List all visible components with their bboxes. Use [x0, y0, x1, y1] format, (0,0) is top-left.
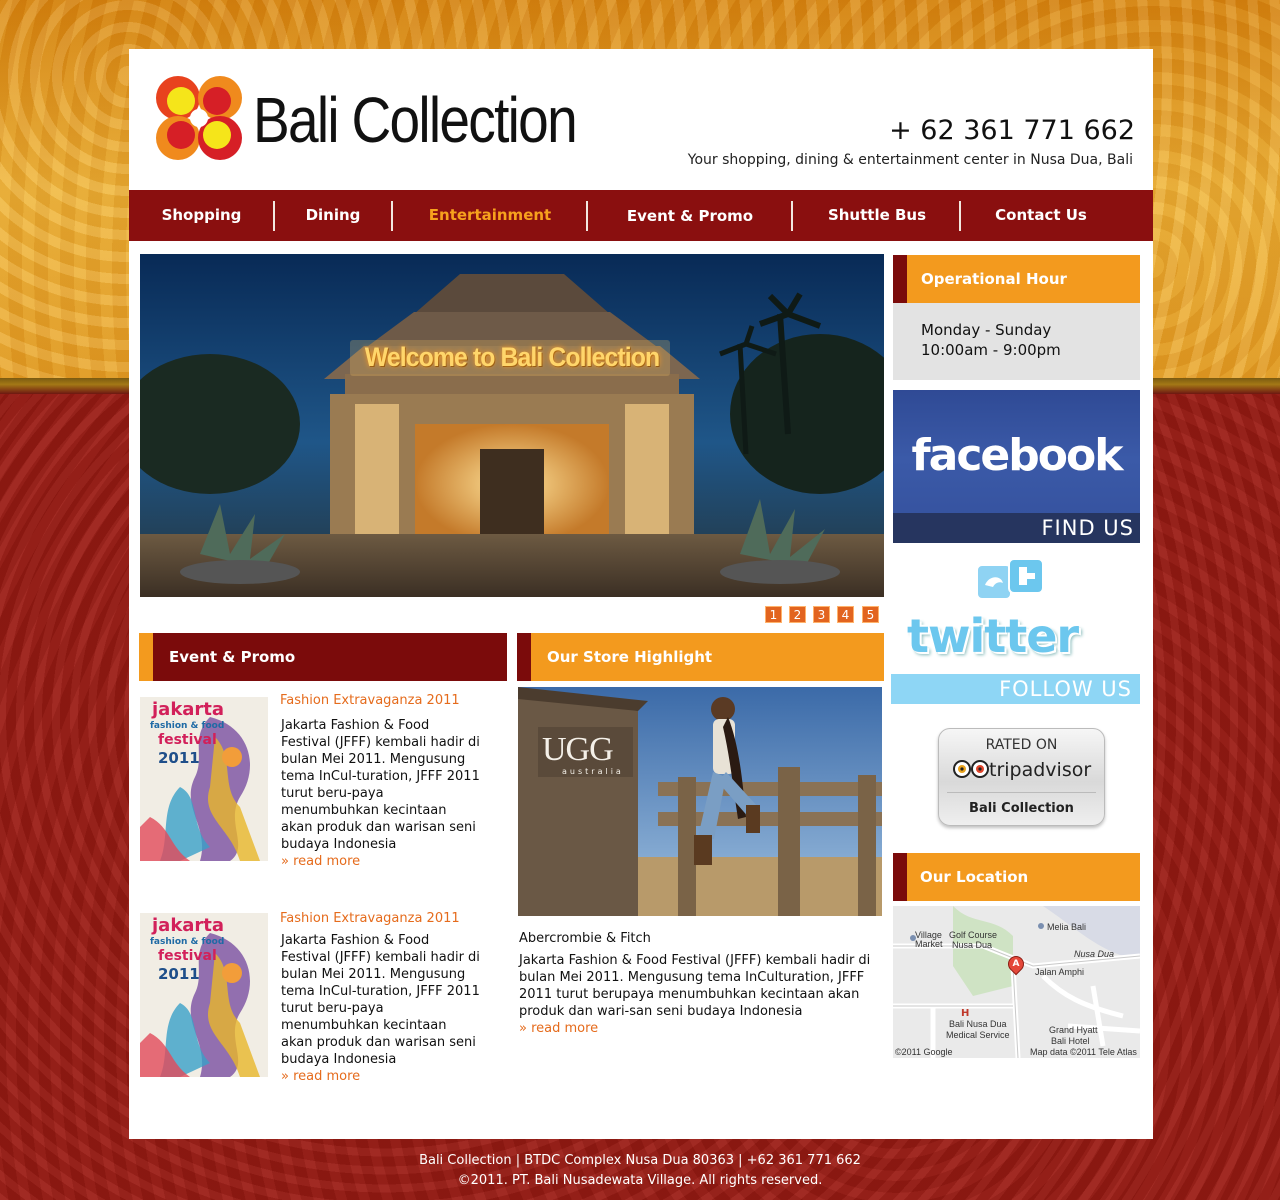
map-label: Bali Nusa Dua	[949, 1019, 1007, 1029]
header-accent-bar	[139, 633, 153, 681]
event-promo-header: Event & Promo	[139, 633, 507, 681]
tripadvisor-owl-icon	[953, 760, 989, 778]
tripadvisor-badge[interactable]: RATED ON tripadvisor Bali Collection	[938, 728, 1105, 826]
operational-hour-box: Monday - Sunday 10:00am - 9:00pm	[893, 303, 1140, 380]
header-phone: + 62 361 771 662	[889, 115, 1135, 146]
nav-event-promo[interactable]: Event & Promo	[588, 191, 792, 242]
store-description-text: Jakarta Fashion & Food Festival (JFFF) k…	[519, 953, 871, 1019]
pager-button-2[interactable]: 2	[789, 606, 806, 623]
map-label: Nusa Dua	[952, 940, 993, 950]
hero-slideshow[interactable]: Welcome to Bali Collection	[140, 254, 884, 597]
map-marker-label: A	[1012, 959, 1020, 969]
twitter-bird-icon	[976, 558, 1044, 600]
event-title[interactable]: Fashion Extravaganza 2011	[280, 911, 460, 926]
store-highlight-header: Our Store Highlight	[517, 633, 884, 681]
header-accent-bar	[893, 853, 907, 901]
poster-line-4: 2011	[158, 965, 200, 983]
hours-days: Monday - Sunday	[921, 321, 1052, 339]
event-poster-thumbnail[interactable]: jakarta fashion & food festival 2011	[140, 697, 268, 861]
pager-button-1[interactable]: 1	[765, 606, 782, 623]
tripadvisor-logo: tripadvisor	[953, 759, 1091, 781]
facebook-banner[interactable]: facebook FIND US	[893, 390, 1140, 543]
our-location-title: Our Location	[920, 868, 1029, 886]
map-label: Melia Bali	[1047, 922, 1087, 932]
footer-address: Bali Collection | BTDC Complex Nusa Dua …	[419, 1153, 861, 1168]
store-highlight-title: Our Store Highlight	[547, 648, 713, 666]
map-copyright: ©2011 Google	[895, 1047, 953, 1057]
poster-line-2: fashion & food	[150, 721, 225, 731]
header-accent-bar	[517, 633, 531, 681]
map-label: Jalan Amphi	[1035, 967, 1085, 977]
map-roads	[893, 906, 1140, 1058]
nav-contact-us[interactable]: Contact Us	[961, 190, 1121, 241]
event-description: Jakarta Fashion & Food Festival (JFFF) k…	[281, 717, 481, 870]
pager-button-3[interactable]: 3	[813, 606, 830, 623]
twitter-follow-us: FOLLOW US	[891, 674, 1140, 704]
poster-line-2: fashion & food	[150, 937, 225, 947]
hero-image	[140, 254, 884, 597]
event-description-text: Jakarta Fashion & Food Festival (JFFF) k…	[281, 933, 480, 1067]
facebook-find-us: FIND US	[893, 513, 1140, 543]
hours-time: 10:00am - 9:00pm	[921, 341, 1061, 359]
location-map[interactable]: Village Market Golf Course Nusa Dua Meli…	[893, 906, 1140, 1058]
poster-line-3: festival	[158, 948, 217, 964]
footer: Bali Collection | BTDC Complex Nusa Dua …	[0, 1151, 1280, 1191]
hospital-marker-icon: H	[961, 1008, 970, 1019]
store-highlight-image[interactable]: UGG australia	[518, 687, 882, 916]
main-nav: Shopping Dining Entertainment Event & Pr…	[129, 190, 1153, 241]
event-poster-thumbnail[interactable]: jakarta fashion & food festival 2011	[140, 913, 268, 1077]
operational-hour-header: Operational Hour	[893, 255, 1140, 303]
tripadvisor-divider	[947, 792, 1096, 793]
event-description-text: Jakarta Fashion & Food Festival (JFFF) k…	[281, 718, 480, 852]
map-label: Market	[915, 939, 943, 949]
tripadvisor-name: Bali Collection	[969, 801, 1074, 816]
map-data-credit: Map data ©2011 Tele Atlas	[1030, 1047, 1137, 1057]
read-more-link[interactable]: » read more	[281, 853, 481, 870]
event-promo-title: Event & Promo	[169, 648, 296, 666]
nav-entertainment[interactable]: Entertainment	[393, 190, 587, 241]
map-label: Nusa Dua	[1074, 949, 1115, 959]
brand-name[interactable]: Bali Collection	[253, 83, 578, 157]
nav-dining[interactable]: Dining	[275, 190, 391, 241]
event-title[interactable]: Fashion Extravaganza 2011	[280, 693, 460, 708]
read-more-link[interactable]: » read more	[281, 1068, 481, 1085]
map-label: Medical Service	[946, 1030, 1010, 1040]
header-accent-bar	[893, 255, 907, 303]
store-name: Abercrombie & Fitch	[519, 931, 651, 946]
ugg-logo-sub: australia	[562, 767, 624, 776]
map-label: Bali Hotel	[1051, 1036, 1090, 1046]
footer-copyright: ©2011. PT. Bali Nusadewata Village. All …	[457, 1173, 823, 1188]
map-label: Golf Course	[949, 930, 998, 940]
twitter-banner[interactable]: twitter FOLLOW US	[891, 557, 1140, 704]
ugg-logo: UGG	[542, 731, 614, 768]
page-container: Bali Collection + 62 361 771 662 Your sh…	[129, 49, 1153, 1139]
tripadvisor-rated-on: RATED ON	[985, 737, 1058, 753]
facebook-wordmark: facebook	[911, 430, 1124, 481]
poster-line-4: 2011	[158, 749, 200, 767]
map-label: Grand Hyatt	[1049, 1025, 1098, 1035]
nav-shopping[interactable]: Shopping	[129, 190, 274, 241]
nav-shuttle-bus[interactable]: Shuttle Bus	[793, 190, 961, 241]
poster-line-1: jakarta	[152, 699, 225, 720]
our-location-header: Our Location	[893, 853, 1140, 901]
pager-button-5[interactable]: 5	[862, 606, 879, 623]
pager-button-4[interactable]: 4	[837, 606, 854, 623]
poster-line-3: festival	[158, 732, 217, 748]
operational-hour-title: Operational Hour	[921, 270, 1067, 288]
hero-sign: Welcome to Bali Collection	[364, 342, 660, 372]
twitter-wordmark: twitter	[907, 609, 1079, 663]
header-tagline: Your shopping, dining & entertainment ce…	[687, 152, 1133, 168]
store-description: Jakarta Fashion & Food Festival (JFFF) k…	[519, 952, 883, 1037]
logo-flower-icon[interactable]	[154, 74, 244, 162]
poster-line-1: jakarta	[152, 915, 225, 936]
tripadvisor-wordmark: tripadvisor	[989, 759, 1092, 781]
read-more-link[interactable]: » read more	[519, 1020, 883, 1037]
event-description: Jakarta Fashion & Food Festival (JFFF) k…	[281, 932, 481, 1085]
